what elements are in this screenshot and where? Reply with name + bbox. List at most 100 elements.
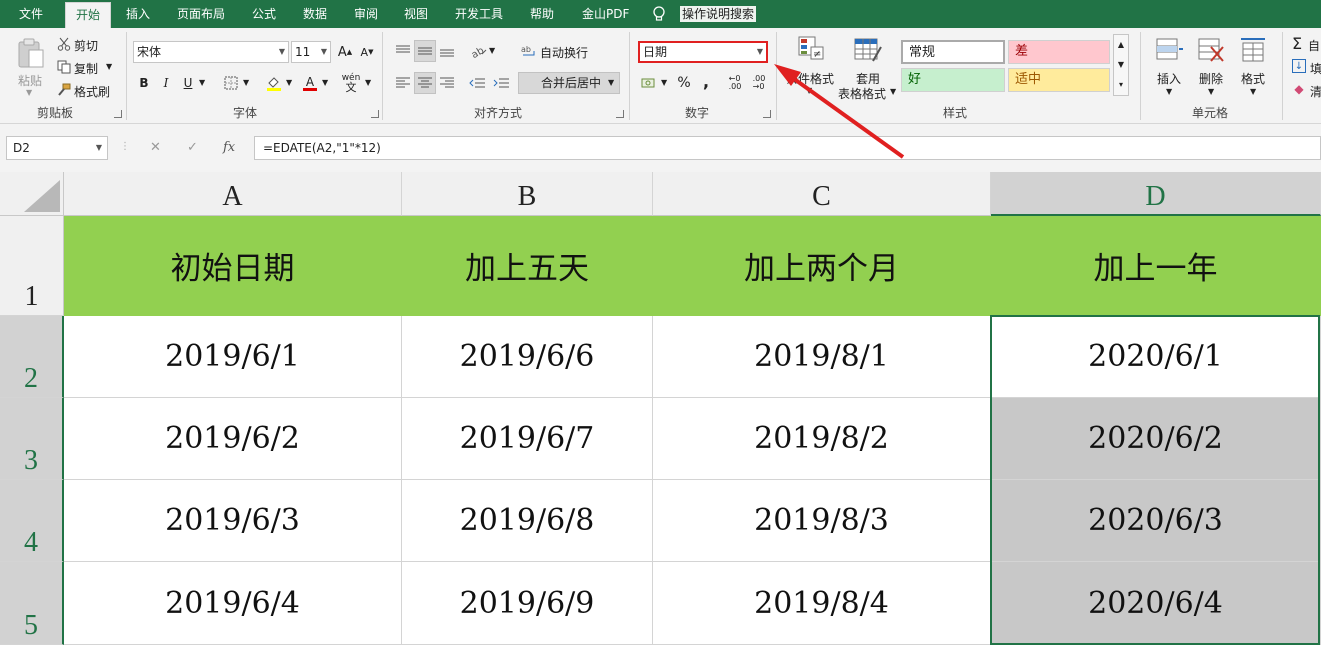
align-middle-icon[interactable] [414, 40, 436, 62]
cell-d2[interactable]: 2020/6/1 [991, 316, 1321, 398]
row-header-4[interactable]: 4 [0, 480, 64, 562]
eraser-icon[interactable]: ◆ [1292, 82, 1306, 96]
column-header-c[interactable]: C [653, 172, 991, 216]
tab-insert[interactable]: 插入 [126, 0, 150, 28]
conditional-formatting-button[interactable]: 条件格式 [786, 70, 834, 87]
cell-a3[interactable]: 2019/6/2 [64, 398, 402, 480]
font-color-icon[interactable]: A [299, 72, 321, 94]
borders-icon[interactable] [220, 72, 242, 94]
fill-color-icon[interactable] [263, 72, 285, 94]
paste-dropdown-icon[interactable]: ▼ [26, 88, 32, 97]
decrease-decimal-icon[interactable]: .00 →0 [748, 72, 770, 94]
format-cells-button[interactable]: 格式 [1241, 70, 1265, 87]
row-header-1[interactable]: 1 [0, 216, 64, 316]
alignment-launcher-icon[interactable] [616, 110, 624, 118]
styles-gallery-scroll[interactable]: ▲ ▼ ▾ [1113, 34, 1129, 96]
name-box[interactable]: D2 ▼ [6, 136, 108, 160]
format-as-table-button[interactable]: 表格格式 [838, 85, 886, 102]
tab-file[interactable]: 文件 [19, 0, 43, 28]
align-bottom-icon[interactable] [436, 40, 458, 62]
cell-c5[interactable]: 2019/8/4 [653, 562, 991, 645]
decrease-indent-icon[interactable] [466, 72, 488, 94]
tab-help[interactable]: 帮助 [530, 0, 554, 28]
column-header-b[interactable]: B [402, 172, 653, 216]
cell-b2[interactable]: 2019/6/6 [402, 316, 653, 398]
autosum-icon[interactable]: Σ [1292, 34, 1302, 53]
copy-button[interactable]: 复制 [74, 60, 98, 77]
enter-icon[interactable]: ✓ [187, 136, 198, 160]
underline-dropdown-icon[interactable]: ▼ [199, 78, 205, 87]
insert-dropdown-icon[interactable]: ▼ [1166, 87, 1172, 96]
cell-d5[interactable]: 2020/6/4 [991, 562, 1321, 645]
format-painter-button[interactable]: 格式刷 [74, 83, 110, 100]
grow-font-button[interactable]: A ▲ [334, 41, 356, 63]
align-top-icon[interactable] [392, 40, 414, 62]
wrap-text-button[interactable]: 自动换行 [540, 44, 588, 61]
column-header-d[interactable]: D [991, 172, 1321, 216]
paste-button[interactable]: 粘贴 [18, 72, 42, 89]
number-format-select[interactable]: 日期 ▼ [638, 41, 768, 63]
percent-button[interactable]: % [673, 72, 695, 94]
number-launcher-icon[interactable] [763, 110, 771, 118]
cell-a5[interactable]: 2019/6/4 [64, 562, 402, 645]
tab-home[interactable]: 开始 [65, 2, 112, 28]
copy-dropdown-icon[interactable]: ▼ [106, 62, 112, 71]
formula-input[interactable]: =EDATE(A2,"1"*12) [254, 136, 1321, 160]
font-color-dropdown-icon[interactable]: ▼ [322, 78, 328, 87]
style-good[interactable]: 好 [901, 68, 1005, 92]
paste-icon[interactable] [14, 36, 48, 70]
currency-dropdown-icon[interactable]: ▼ [661, 78, 667, 87]
formula-bar-grip-icon[interactable]: ⋮ [120, 141, 130, 152]
orientation-icon[interactable]: ab [468, 40, 490, 62]
cell-c4[interactable]: 2019/8/3 [653, 480, 991, 562]
underline-button[interactable]: U [177, 72, 199, 94]
phonetic-dropdown-icon[interactable]: ▼ [365, 78, 371, 87]
fill-down-icon[interactable]: ↓ [1292, 59, 1306, 73]
style-neutral[interactable]: 适中 [1008, 68, 1110, 92]
row-header-2[interactable]: 2 [0, 316, 64, 398]
font-size-select[interactable]: 11 ▼ [291, 41, 331, 63]
cancel-icon[interactable]: ✕ [150, 136, 161, 160]
cell-b4[interactable]: 2019/6/8 [402, 480, 653, 562]
align-right-icon[interactable] [436, 72, 458, 94]
column-header-a[interactable]: A [64, 172, 402, 216]
borders-dropdown-icon[interactable]: ▼ [243, 78, 249, 87]
tell-me-search[interactable]: 操作说明搜索 [680, 6, 757, 22]
cell-a4[interactable]: 2019/6/3 [64, 480, 402, 562]
format-as-table-dropdown-icon[interactable]: ▼ [890, 87, 896, 96]
style-bad[interactable]: 差 [1008, 40, 1110, 64]
align-center-icon[interactable] [414, 72, 436, 94]
tab-review[interactable]: 审阅 [354, 0, 378, 28]
currency-icon[interactable] [638, 72, 660, 94]
fill-color-dropdown-icon[interactable]: ▼ [286, 78, 292, 87]
format-dropdown-icon[interactable]: ▼ [1250, 87, 1256, 96]
font-launcher-icon[interactable] [371, 110, 379, 118]
increase-indent-icon[interactable] [490, 72, 512, 94]
cell-b1[interactable]: 加上五天 [402, 216, 653, 316]
delete-cells-button[interactable]: 删除 [1199, 70, 1223, 87]
cell-c3[interactable]: 2019/8/2 [653, 398, 991, 480]
cell-c2[interactable]: 2019/8/1 [653, 316, 991, 398]
row-header-3[interactable]: 3 [0, 398, 64, 480]
cell-c1[interactable]: 加上两个月 [653, 216, 991, 316]
cell-a2[interactable]: 2019/6/1 [64, 316, 402, 398]
tab-formulas[interactable]: 公式 [252, 0, 276, 28]
increase-decimal-icon[interactable]: ←0.00 [724, 72, 746, 94]
cell-d1[interactable]: 加上一年 [991, 216, 1321, 316]
cell-d3[interactable]: 2020/6/2 [991, 398, 1321, 480]
style-normal[interactable]: 常规 [901, 40, 1005, 64]
shrink-font-button[interactable]: A ▼ [356, 41, 378, 63]
cell-b3[interactable]: 2019/6/7 [402, 398, 653, 480]
tab-view[interactable]: 视图 [404, 0, 428, 28]
tab-developer[interactable]: 开发工具 [455, 0, 503, 28]
phonetic-guide-icon[interactable]: wén 文 [340, 72, 362, 94]
merge-dropdown-icon[interactable]: ▼ [608, 78, 614, 87]
cut-button[interactable]: 剪切 [74, 37, 98, 54]
clipboard-launcher-icon[interactable] [114, 110, 122, 118]
fill-button[interactable]: 填 [1310, 60, 1321, 77]
orientation-dropdown-icon[interactable]: ▼ [489, 46, 495, 55]
cell-a1[interactable]: 初始日期 [64, 216, 402, 316]
select-all-corner[interactable] [0, 172, 64, 216]
insert-cells-button[interactable]: 插入 [1157, 70, 1181, 87]
merge-center-button[interactable]: 合并后居中 [518, 72, 620, 94]
